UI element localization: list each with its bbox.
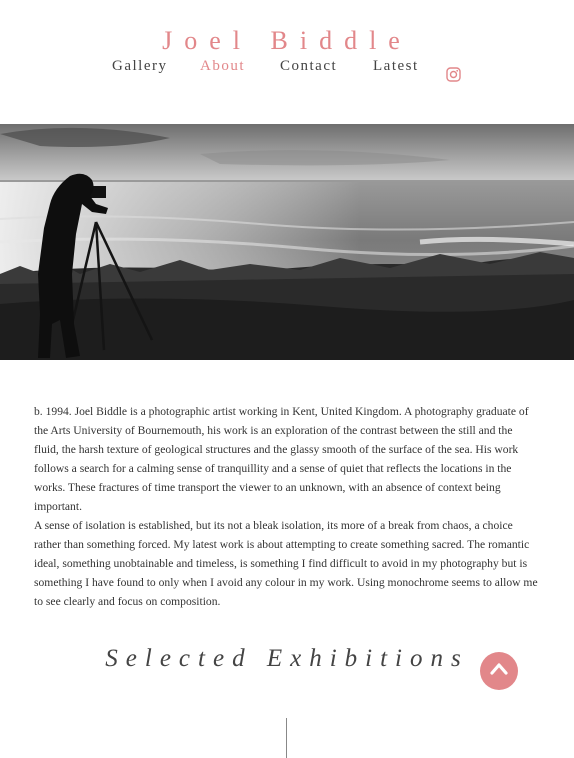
nav-about[interactable]: About: [200, 58, 245, 75]
nav-latest[interactable]: Latest: [373, 58, 419, 75]
site-title[interactable]: Joel Biddle: [0, 26, 574, 56]
chevron-up-icon: [488, 658, 510, 684]
back-to-top-button[interactable]: [480, 652, 518, 690]
nav-gallery[interactable]: Gallery: [112, 58, 167, 75]
instagram-icon[interactable]: [446, 67, 461, 82]
bio-paragraph-1: b. 1994. Joel Biddle is a photographic a…: [34, 405, 529, 513]
page: Joel Biddle Gallery About Contact Latest: [0, 0, 574, 758]
bio-text: b. 1994. Joel Biddle is a photographic a…: [34, 402, 540, 611]
hero-photo: [0, 124, 574, 360]
bio-paragraph-2: A sense of isolation is established, but…: [34, 519, 538, 608]
divider-line: [286, 718, 287, 758]
nav-contact[interactable]: Contact: [280, 58, 337, 75]
